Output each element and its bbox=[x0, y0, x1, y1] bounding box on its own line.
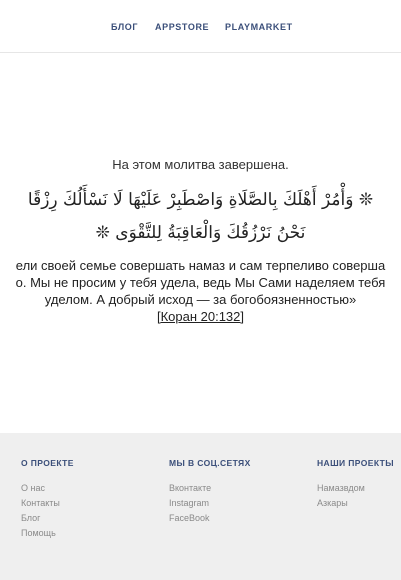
translation-line-3: уделом. А добрый исход — за богобоязненн… bbox=[44, 292, 357, 307]
top-navigation: БЛОГ APPSTORE PLAYMARKET bbox=[0, 0, 401, 53]
footer-link-azkary[interactable]: Азкары bbox=[317, 496, 394, 511]
footer-link-namazvdom[interactable]: Намазвдом bbox=[317, 481, 394, 496]
footer-projects-column: НАШИ ПРОЕКТЫ Намазвдом Азкары bbox=[317, 458, 394, 511]
completion-message: На этом молитва завершена. bbox=[112, 157, 289, 172]
nav-playmarket-link[interactable]: PLAYMARKET bbox=[225, 22, 293, 32]
arabic-verse-line-2: نَحْنُ نَرْزُقُكَ وَالْعَاقِبَةُ لِلتَّق… bbox=[95, 223, 306, 243]
arabic-verse-line-1: ❊ وَأْمُرْ أَهْلَكَ بِالصَّلَاةِ وَاصْطَ… bbox=[27, 190, 374, 210]
footer-link-help[interactable]: Помощь bbox=[21, 526, 74, 541]
nav-blog-link[interactable]: БЛОГ bbox=[111, 22, 138, 32]
footer-link-blog[interactable]: Блог bbox=[21, 511, 74, 526]
footer-social-column: МЫ В СОЦ.СЕТЯХ Вконтакте Instagram FaceB… bbox=[169, 458, 251, 526]
footer-link-instagram[interactable]: Instagram bbox=[169, 496, 251, 511]
footer-link-contacts[interactable]: Контакты bbox=[21, 496, 74, 511]
footer-about-column: О ПРОЕКТЕ О нас Контакты Блог Помощь bbox=[21, 458, 74, 541]
footer-projects-title: НАШИ ПРОЕКТЫ bbox=[317, 458, 394, 468]
footer-link-about-us[interactable]: О нас bbox=[21, 481, 74, 496]
footer: О ПРОЕКТЕ О нас Контакты Блог Помощь МЫ … bbox=[0, 433, 401, 580]
footer-about-title: О ПРОЕКТЕ bbox=[21, 458, 74, 468]
quran-reference-link[interactable]: [Коран 20:132] bbox=[0, 309, 401, 324]
footer-link-vkontakte[interactable]: Вконтакте bbox=[169, 481, 251, 496]
translation-line-1: ели своей семье совершать намаз и сам те… bbox=[15, 258, 386, 273]
footer-link-facebook[interactable]: FaceBook bbox=[169, 511, 251, 526]
translation-line-2: о. Мы не просим у тебя удела, ведь Мы Са… bbox=[15, 275, 386, 290]
footer-social-title: МЫ В СОЦ.СЕТЯХ bbox=[169, 458, 251, 468]
nav-appstore-link[interactable]: APPSTORE bbox=[155, 22, 209, 32]
